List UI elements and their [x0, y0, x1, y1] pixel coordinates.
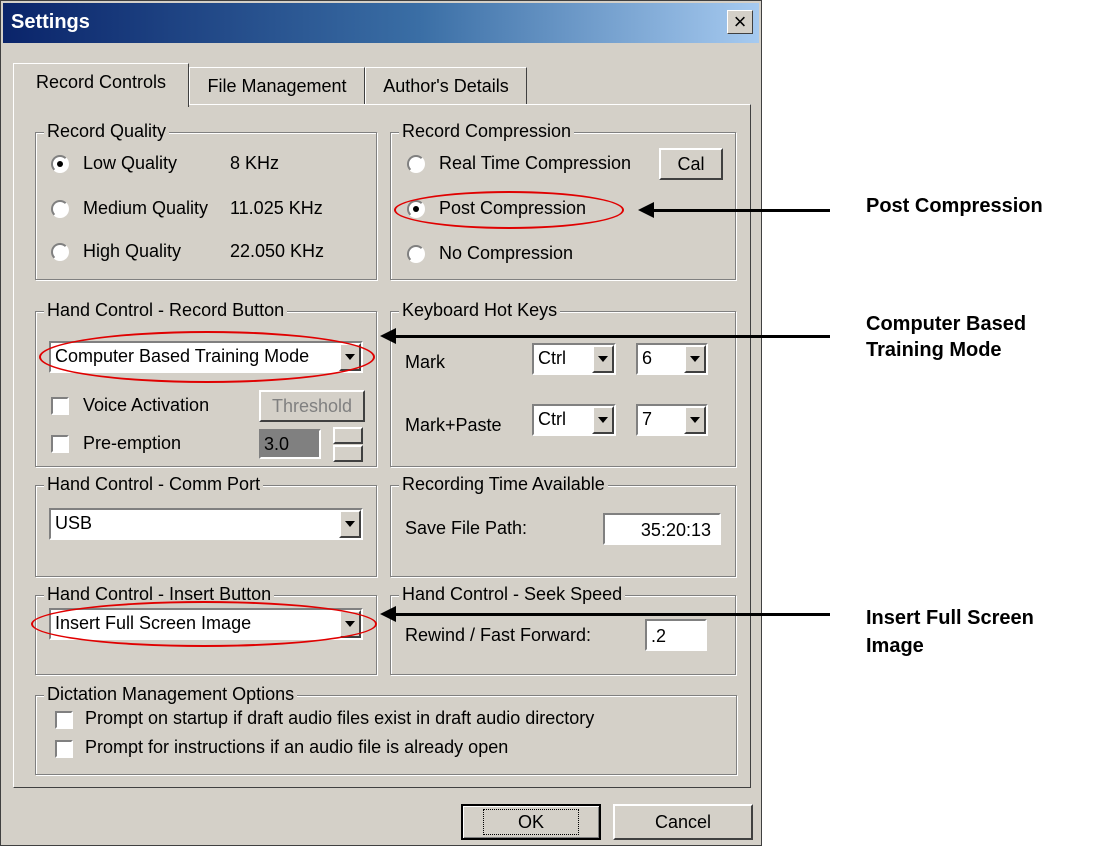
mark-modifier-value: Ctrl [538, 348, 566, 368]
close-button[interactable]: × [727, 10, 753, 34]
cancel-button[interactable]: Cancel [613, 804, 753, 840]
preemption-label: Pre-emption [83, 433, 182, 453]
voice-activation-label: Voice Activation [83, 395, 210, 415]
tab-authors-details[interactable]: Author's Details [365, 67, 527, 105]
chevron-down-icon[interactable] [684, 406, 706, 434]
prompt-startup-label: Prompt on startup if draft audio files e… [85, 708, 595, 728]
group-legend: Hand Control - Insert Button [44, 584, 275, 605]
recording-time-value: 35:20:13 [640, 520, 711, 540]
group-legend: Record Compression [399, 121, 575, 142]
mark-key-value: 6 [642, 348, 653, 368]
chevron-down-icon[interactable] [592, 345, 614, 373]
high-quality-rate: 22.050 KHz [230, 241, 325, 261]
low-quality-radio[interactable] [51, 155, 69, 173]
preemption-value-field[interactable]: 3.0 [259, 429, 321, 459]
group-legend: Recording Time Available [399, 474, 608, 495]
annotation-cbt-line2: Training Mode [866, 339, 1002, 361]
annotation-insert-line1: Insert Full Screen [866, 607, 1034, 629]
insert-button-value: Insert Full Screen Image [55, 613, 252, 633]
save-file-path-label: Save File Path: [405, 518, 528, 538]
mark-key-dropdown[interactable]: 6 [636, 343, 708, 375]
arrow-head-icon [380, 606, 396, 622]
spin-up-button[interactable] [333, 427, 363, 444]
settings-dialog: Settings × Record Controls File Manageme… [0, 0, 762, 846]
tab-record-controls[interactable]: Record Controls [13, 63, 189, 107]
paste-modifier-value: Ctrl [538, 409, 566, 429]
preemption-value: 3.0 [264, 434, 290, 454]
chevron-down-icon[interactable] [339, 610, 361, 638]
annotation-arrow-post [652, 209, 830, 212]
comm-port-value: USB [55, 513, 93, 533]
medium-quality-label: Medium Quality [83, 198, 209, 218]
rewind-fast-forward-label: Rewind / Fast Forward: [405, 625, 592, 645]
high-quality-label: High Quality [83, 241, 182, 261]
tab-file-management[interactable]: File Management [189, 67, 365, 105]
chevron-down-icon[interactable] [592, 406, 614, 434]
window-title: Settings [11, 11, 90, 33]
recording-time-field: 35:20:13 [603, 513, 721, 545]
voice-activation-checkbox[interactable] [51, 397, 69, 415]
group-legend: Hand Control - Record Button [44, 300, 288, 321]
paste-key-dropdown[interactable]: 7 [636, 404, 708, 436]
threshold-button[interactable]: Threshold [259, 390, 365, 422]
mark-label: Mark [405, 352, 445, 372]
chevron-down-icon[interactable] [339, 343, 361, 371]
group-legend: Keyboard Hot Keys [399, 300, 561, 321]
insert-button-dropdown[interactable]: Insert Full Screen Image [49, 608, 363, 640]
annotation-arrow-cbt [394, 335, 830, 338]
chevron-down-icon[interactable] [339, 510, 361, 538]
high-quality-radio[interactable] [51, 243, 69, 261]
mark-paste-label: Mark+Paste [405, 415, 502, 435]
annotation-post-compression: Post Compression [866, 195, 1043, 217]
group-legend: Dictation Management Options [44, 684, 298, 705]
prompt-instructions-label: Prompt for instructions if an audio file… [85, 737, 509, 757]
record-mode-value: Computer Based Training Mode [55, 346, 310, 366]
cal-button[interactable]: Cal [659, 148, 723, 180]
group-legend: Record Quality [44, 121, 170, 142]
medium-quality-radio[interactable] [51, 200, 69, 218]
arrow-head-icon [638, 202, 654, 218]
low-quality-label: Low Quality [83, 153, 178, 173]
chevron-down-icon[interactable] [684, 345, 706, 373]
medium-quality-rate: 11.025 KHz [230, 198, 323, 218]
ok-button[interactable]: OK [461, 804, 601, 840]
mark-modifier-dropdown[interactable]: Ctrl [532, 343, 616, 375]
paste-key-value: 7 [642, 409, 653, 429]
spin-down-button[interactable] [333, 445, 363, 462]
annotation-cbt-line1: Computer Based [866, 313, 1027, 335]
ok-label: OK [482, 809, 579, 835]
comm-port-dropdown[interactable]: USB [49, 508, 363, 540]
record-mode-dropdown[interactable]: Computer Based Training Mode [49, 341, 363, 373]
arrow-head-icon [380, 328, 396, 344]
dictation-options-group: Dictation Management Options [35, 684, 737, 775]
no-compression-label: No Compression [439, 243, 574, 263]
seek-speed-field[interactable]: .2 [645, 619, 707, 651]
title-bar: Settings × [3, 3, 759, 43]
real-time-compression-radio[interactable] [407, 155, 425, 173]
prompt-startup-checkbox[interactable] [55, 711, 73, 729]
prompt-instructions-checkbox[interactable] [55, 740, 73, 758]
paste-modifier-dropdown[interactable]: Ctrl [532, 404, 616, 436]
real-time-compression-label: Real Time Compression [439, 153, 632, 173]
seek-speed-value: .2 [651, 626, 667, 646]
no-compression-radio[interactable] [407, 245, 425, 263]
group-legend: Hand Control - Comm Port [44, 474, 264, 495]
annotation-arrow-insert [394, 613, 830, 616]
post-compression-label: Post Compression [439, 198, 587, 218]
post-compression-radio[interactable] [407, 200, 425, 218]
low-quality-rate: 8 KHz [230, 153, 280, 173]
preemption-checkbox[interactable] [51, 435, 69, 453]
group-legend: Hand Control - Seek Speed [399, 584, 626, 605]
annotation-insert-line2: Image [866, 635, 924, 657]
